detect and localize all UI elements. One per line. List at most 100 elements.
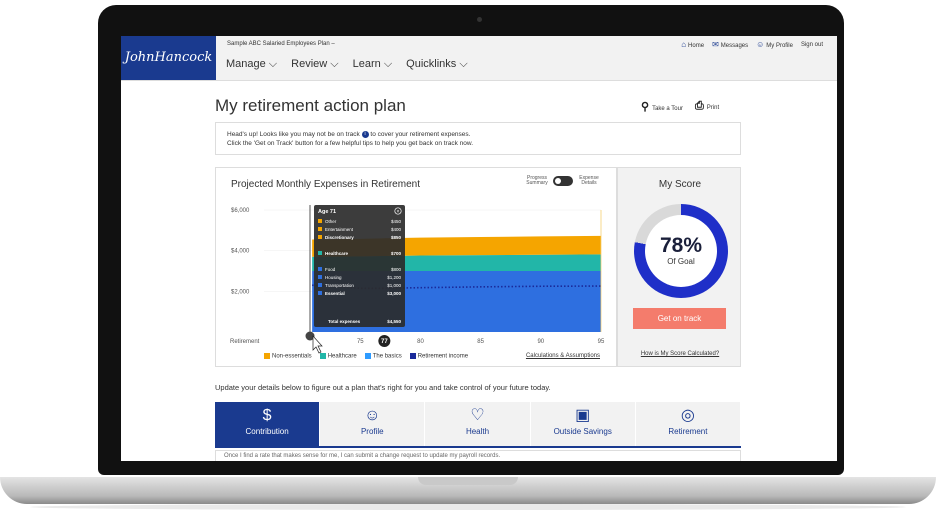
legend-item: Non-essentials — [264, 353, 312, 360]
take-tour-button[interactable]: ⚲ Take a Tour — [641, 100, 683, 113]
tooltip-swatch — [318, 267, 322, 271]
page-actions: ⚲ Take a Tour ⎙ Print — [641, 100, 719, 113]
tab-contribution[interactable]: $ Contribution — [215, 402, 321, 446]
x-tick-label: 85 — [477, 339, 484, 345]
info-icon[interactable]: i — [361, 130, 369, 138]
legend-item: The basics — [364, 353, 402, 360]
chart-legend: Non-essentials Healthcare The basics Retire… — [264, 353, 468, 360]
main-nav: Manage ⌵ Review ⌵ Learn ⌵ Quicklinks ⌵ — [226, 58, 468, 71]
print-label: Print — [706, 105, 720, 111]
home-label: Home — [688, 43, 705, 49]
tooltip-label: Discretionary — [325, 235, 354, 240]
legend-swatch — [319, 353, 326, 359]
dollar-icon: $ — [262, 407, 272, 424]
tooltip-label: Housing — [325, 275, 342, 280]
y-tick-label: $2,000 — [231, 289, 250, 295]
score-panel: My Score 78% Of Goal Get on track How is… — [617, 167, 741, 367]
nav-quicklinks[interactable]: Quicklinks ⌵ — [406, 58, 468, 71]
calculations-link[interactable]: Calculations & Assumptions — [526, 353, 600, 359]
alert-line1b: to cover your retirement expenses. — [370, 131, 471, 138]
take-tour-label: Take a Tour — [652, 106, 683, 112]
tooltip-label: Essential — [325, 291, 345, 296]
tab-health[interactable]: ♡ Health — [425, 402, 531, 446]
tooltip-label: Entertainment — [325, 227, 354, 232]
legend-item: Retirement income — [409, 353, 469, 360]
tab-label: Retirement — [668, 427, 708, 436]
laptop-notch — [418, 477, 518, 485]
tooltip-label: Other — [325, 219, 337, 224]
score-subtitle: Of Goal — [667, 257, 695, 266]
tooltip-label: Healthcare — [325, 251, 349, 256]
tooltip-swatch — [318, 235, 322, 239]
donut-center: 78% Of Goal — [645, 215, 717, 287]
tooltip-value: $3,000 — [387, 291, 401, 296]
nav-manage[interactable]: Manage ⌵ — [226, 58, 277, 71]
expenses-area-chart[interactable]: $6,000 $4,000 $2,000 Retirement 75 77 80 85 90 95… — [216, 168, 616, 354]
close-icon-glyph: × — [397, 209, 400, 215]
score-donut: 78% Of Goal — [634, 204, 728, 298]
signout-link[interactable]: Sign out — [801, 42, 823, 48]
legend-label: Non-essentials — [272, 353, 312, 360]
x-tick-label: 90 — [537, 339, 544, 345]
home-link[interactable]: ⌂ Home — [681, 40, 704, 49]
tab-outside-savings[interactable]: ▣ Outside Savings — [530, 402, 636, 446]
target-icon: ◎ — [680, 407, 695, 424]
tooltip-value: $850 — [391, 235, 402, 240]
tooltip-value: $800 — [391, 267, 402, 272]
tooltip-value: $450 — [391, 219, 402, 224]
expenses-chart-panel: Projected Monthly Expenses in Retirement… — [215, 167, 617, 367]
y-tick-label: $6,000 — [231, 208, 250, 214]
messages-link[interactable]: ✉ Messages — [712, 40, 748, 49]
get-on-track-button[interactable]: Get on track — [633, 308, 726, 329]
legend-swatch — [409, 353, 416, 359]
tooltip-label: Food — [325, 267, 336, 272]
tooltip-swatch — [318, 227, 322, 231]
safe-icon: ▣ — [575, 407, 591, 424]
laptop-shadow — [30, 504, 906, 510]
score-calculation-link[interactable]: How is My Score Calculated? — [618, 351, 742, 357]
nav-review[interactable]: Review ⌵ — [291, 58, 338, 71]
envelope-icon: ✉ — [712, 40, 719, 49]
legend-label: The basics — [372, 353, 402, 360]
legend-item: Healthcare — [319, 353, 357, 360]
cursor-pointer-icon — [312, 335, 323, 354]
plan-tabs: $ Contribution ☺ Profile ♡ Health ▣ Outside … — [215, 402, 742, 448]
home-icon: ⌂ — [681, 40, 687, 49]
printer-icon: ⎙ — [694, 100, 704, 112]
tooltip-swatch — [318, 275, 322, 279]
tooltip-total-label: Total expenses — [328, 319, 361, 324]
x-tick-label: 77 — [381, 339, 388, 345]
heart-icon: ♡ — [470, 407, 485, 424]
tab-label: Profile — [360, 427, 384, 436]
profile-link[interactable]: ☺ My Profile — [756, 40, 793, 49]
x-tick-label: 95 — [598, 339, 605, 345]
user-icon: ☺ — [364, 407, 381, 424]
update-details-text: Update your details below to figure out … — [215, 383, 551, 392]
x-tick-label: 80 — [417, 339, 424, 345]
user-icon: ☺ — [756, 40, 765, 49]
nav-learn[interactable]: Learn ⌵ — [353, 58, 393, 71]
page-title: My retirement action plan — [215, 96, 406, 115]
camera-dot — [477, 17, 482, 22]
off-track-alert: Head's up! Looks like you may not be on … — [215, 122, 741, 155]
plan-selector[interactable]: Sample ABC Salaried Employees Plan – — [227, 41, 335, 47]
print-button[interactable]: ⎙ Print — [695, 100, 719, 113]
tooltip-value: $400 — [391, 227, 402, 232]
tab-profile[interactable]: ☺ Profile — [320, 402, 426, 446]
tab-retirement[interactable]: ◎ Retirement — [635, 402, 742, 446]
tab-label: Outside Savings — [553, 427, 612, 436]
y-tick-label: $4,000 — [231, 249, 250, 255]
tooltip-title: Age 71 — [318, 209, 336, 215]
messages-label: Messages — [720, 43, 749, 49]
score-title: My Score — [658, 179, 702, 190]
legend-label: Retirement income — [417, 353, 469, 360]
tab-label: Contribution — [245, 427, 289, 436]
profile-label: My Profile — [766, 43, 793, 49]
alert-line1a: Head's up! Looks like you may not be on … — [227, 131, 360, 138]
utility-links: ⌂ Home ✉ Messages ☺ My Profile Sign out — [681, 40, 823, 49]
alert-line2: Click the 'Get on Track' button for a fe… — [227, 140, 474, 147]
top-navigation: JohnHancock Sample ABC Salaried Employee… — [121, 36, 837, 81]
john-hancock-logo[interactable]: JohnHancock — [121, 36, 216, 80]
tooltip-swatch — [318, 251, 322, 255]
tooltip-swatch — [318, 219, 322, 223]
